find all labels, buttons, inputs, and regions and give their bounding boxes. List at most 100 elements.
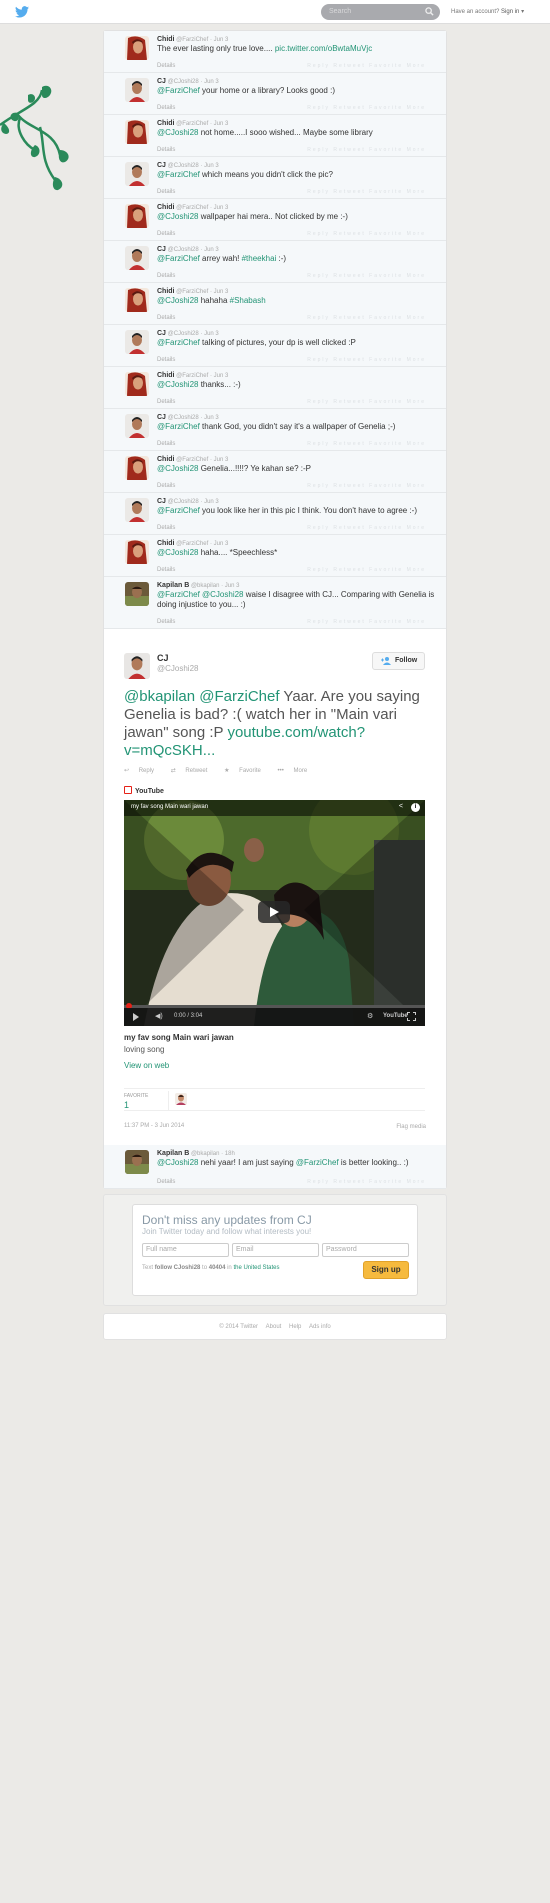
search-icon[interactable]: [425, 7, 434, 16]
details-link[interactable]: Details: [157, 315, 175, 321]
url-link[interactable]: pic.twitter.com/oBwtaMuVjc: [275, 44, 372, 53]
mention-link[interactable]: @FarziChef: [157, 590, 200, 599]
caret-down-icon[interactable]: ▾: [521, 9, 524, 15]
tweet-time[interactable]: Jun 3: [214, 373, 229, 379]
avatar[interactable]: [125, 498, 149, 522]
avatar[interactable]: [125, 162, 149, 186]
tweet-item[interactable]: Chidi @FarziChef · Jun 3 @CJoshi28 not ho…: [104, 115, 446, 157]
play-icon[interactable]: [133, 1013, 139, 1021]
youtube-logo[interactable]: YouTube: [383, 1013, 408, 1019]
tweet-time[interactable]: Jun 3: [204, 79, 219, 85]
tweet-time[interactable]: Jun 3: [214, 121, 229, 127]
avatar[interactable]: [125, 36, 149, 60]
mention-link[interactable]: @CJoshi28: [202, 590, 243, 599]
tweet-item[interactable]: Kapilan B @bkapilan · Jun 3 @FarziChef @C…: [104, 577, 446, 629]
tweet-item[interactable]: CJ @CJoshi28 · Jun 3 @FarziChef you look …: [104, 493, 446, 535]
author-name[interactable]: Chidi: [157, 120, 175, 127]
avatar[interactable]: [125, 78, 149, 102]
tweet-item[interactable]: CJ @CJoshi28 · Jun 3 @FarziChef thank God…: [104, 409, 446, 451]
fullname-field[interactable]: Full name: [142, 1243, 229, 1257]
details-link[interactable]: Details: [157, 273, 175, 279]
follow-button[interactable]: Follow: [372, 652, 425, 670]
flag-media-link[interactable]: Flag media: [396, 1124, 426, 1130]
avatar[interactable]: [125, 372, 149, 396]
author-name[interactable]: CJ: [157, 330, 166, 337]
author-handle[interactable]: @CJoshi28: [168, 247, 199, 253]
author-handle[interactable]: @FarziChef: [176, 289, 208, 295]
twitter-bird-icon[interactable]: [15, 6, 29, 18]
mention-link[interactable]: @FarziChef: [157, 86, 200, 95]
mention-link[interactable]: @CJoshi28: [157, 380, 198, 389]
avatar[interactable]: [124, 653, 150, 679]
author-name[interactable]: CJ: [157, 498, 166, 505]
details-link[interactable]: Details: [157, 441, 175, 447]
details-link[interactable]: Details: [157, 619, 175, 625]
tweet-actions[interactable]: Reply Retweet Favorite More: [307, 147, 426, 153]
author-handle[interactable]: @CJoshi28: [157, 664, 198, 673]
tweet-time[interactable]: Jun 3: [214, 289, 229, 295]
details-link[interactable]: Details: [157, 231, 175, 237]
tweet-time[interactable]: Jun 3: [214, 457, 229, 463]
details-link[interactable]: Details: [157, 147, 175, 153]
hashtag-link[interactable]: #Shabash: [230, 296, 266, 305]
tweet-item[interactable]: Chidi @FarziChef · Jun 3 @CJoshi28 hahaha…: [104, 283, 446, 325]
author-name[interactable]: Chidi: [157, 456, 175, 463]
author-name[interactable]: CJ: [157, 414, 166, 421]
tweet-item[interactable]: CJ @CJoshi28 · Jun 3 @FarziChef arrey wah…: [104, 241, 446, 283]
volume-icon[interactable]: ◀): [155, 1012, 163, 1020]
author-name[interactable]: Chidi: [157, 36, 175, 43]
favorites-count[interactable]: 1: [124, 1100, 129, 1110]
details-link[interactable]: Details: [157, 525, 175, 531]
mention-link[interactable]: @FarziChef: [157, 338, 200, 347]
details-link[interactable]: Details: [157, 63, 175, 69]
author-name[interactable]: Chidi: [157, 540, 175, 547]
reply-action[interactable]: ↩ Reply: [124, 768, 161, 774]
card-source[interactable]: YouTube: [124, 786, 164, 795]
mention-link[interactable]: @FarziChef: [157, 506, 200, 515]
mention-link[interactable]: @CJoshi28: [157, 212, 198, 221]
author-name[interactable]: CJ: [157, 162, 166, 169]
tweet-actions[interactable]: Reply Retweet Favorite More: [307, 567, 426, 573]
author-handle[interactable]: @FarziChef: [176, 37, 208, 43]
mention-link[interactable]: @CJoshi28: [157, 548, 198, 557]
author-handle[interactable]: @FarziChef: [176, 373, 208, 379]
author-handle[interactable]: @FarziChef: [176, 121, 208, 127]
author-name[interactable]: Chidi: [157, 204, 175, 211]
mention-link[interactable]: @FarziChef: [157, 170, 200, 179]
author-name[interactable]: Chidi: [157, 372, 175, 379]
tweet-actions[interactable]: Reply Retweet Favorite More: [307, 315, 426, 321]
author-handle[interactable]: @CJoshi28: [168, 499, 199, 505]
retweet-action[interactable]: ⇄ Retweet: [171, 768, 215, 774]
avatar[interactable]: [125, 456, 149, 480]
details-link[interactable]: Details: [157, 399, 175, 405]
video-player[interactable]: my fav song Main wari jawan < i ◀) 0:00 …: [124, 800, 425, 1026]
footer-help-link[interactable]: Help: [289, 1324, 301, 1330]
country-link[interactable]: the United States: [233, 1265, 279, 1271]
author-handle[interactable]: @CJoshi28: [168, 331, 199, 337]
password-field[interactable]: Password: [322, 1243, 409, 1257]
author-handle[interactable]: @FarziChef: [176, 457, 208, 463]
tweet-actions[interactable]: Reply Retweet Favorite More: [307, 441, 426, 447]
details-link[interactable]: Details: [157, 189, 175, 195]
video-title[interactable]: my fav song Main wari jawan: [131, 804, 208, 810]
details-link[interactable]: Details: [157, 483, 175, 489]
more-action[interactable]: ••• More: [278, 768, 315, 774]
mention-link[interactable]: @FarziChef: [157, 422, 200, 431]
avatar[interactable]: [125, 288, 149, 312]
avatar[interactable]: [125, 540, 149, 564]
view-on-web-link[interactable]: View on web: [124, 1061, 169, 1070]
tweet-actions[interactable]: Reply Retweet Favorite More: [307, 525, 426, 531]
author-name[interactable]: Kapilan B: [157, 1150, 189, 1157]
email-field[interactable]: Email: [232, 1243, 319, 1257]
info-icon[interactable]: i: [411, 803, 420, 812]
avatar[interactable]: [125, 414, 149, 438]
author-name[interactable]: Kapilan B: [157, 582, 189, 589]
tweet-actions[interactable]: Reply Retweet Favorite More: [307, 399, 426, 405]
footer-ads-link[interactable]: Ads info: [309, 1324, 331, 1330]
author-name[interactable]: CJ: [157, 653, 169, 663]
tweet-actions[interactable]: Reply Retweet Favorite More: [307, 231, 426, 237]
tweet-item[interactable]: Chidi @FarziChef · Jun 3 @CJoshi28 thanks…: [104, 367, 446, 409]
share-icon[interactable]: <: [399, 803, 403, 810]
tweet-actions[interactable]: Reply Retweet Favorite More: [307, 619, 426, 625]
avatar[interactable]: [125, 582, 149, 606]
